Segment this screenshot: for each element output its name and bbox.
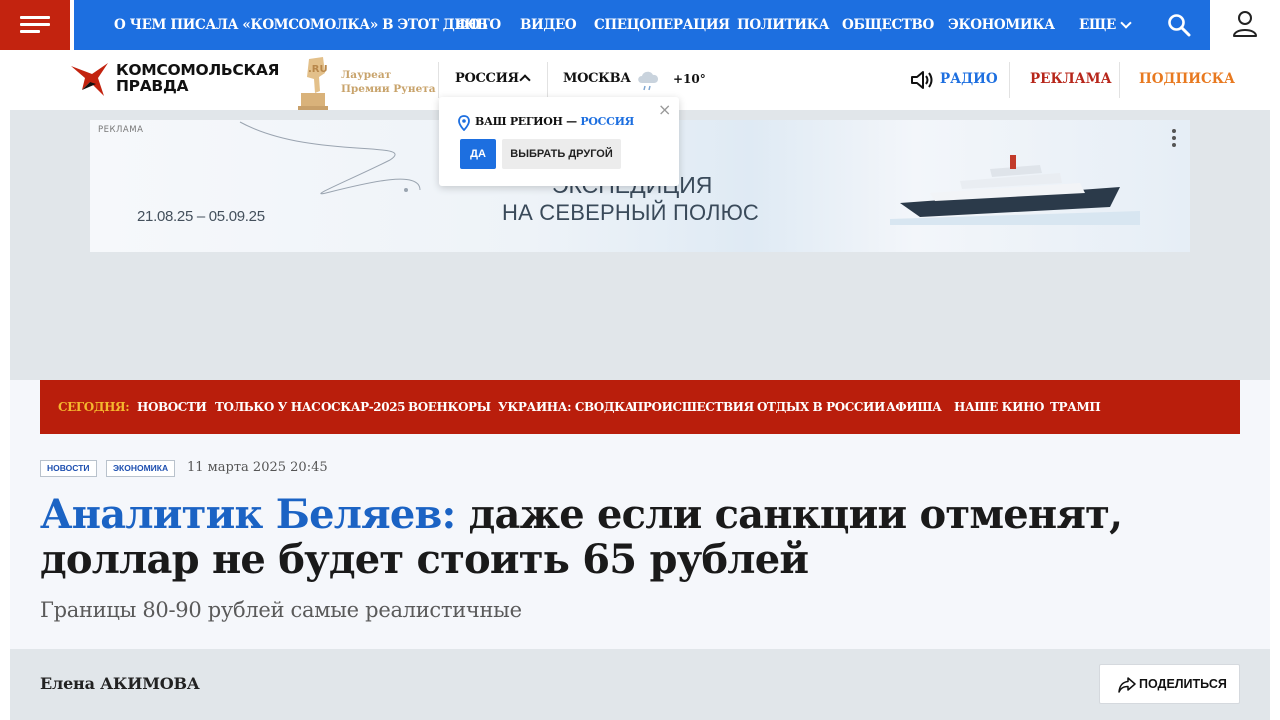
author-name[interactable]: Елена АКИМОВА xyxy=(40,674,200,693)
ship-image xyxy=(890,155,1140,225)
speaker-icon[interactable] xyxy=(910,70,936,90)
ad-tag: РЕКЛАМА xyxy=(98,125,144,135)
city-label[interactable]: МОСКВА xyxy=(563,71,631,86)
divider xyxy=(1119,62,1120,98)
rain-cloud-icon xyxy=(638,71,659,91)
article-title-highlight: Аналитик Беляев: xyxy=(40,491,456,538)
logo-text-line2: ПРАВДА xyxy=(116,77,189,95)
nav-item-economy[interactable]: ЭКОНОМИКА xyxy=(948,0,1055,50)
tag-news[interactable]: НОВОСТИ xyxy=(40,460,97,477)
radio-link[interactable]: РАДИО xyxy=(940,71,998,87)
menu-button[interactable] xyxy=(0,0,70,50)
chevron-down-icon xyxy=(1120,17,1132,29)
region-confirm-popup: ВАШ РЕГИОН — РОССИЯ × ДА ВЫБРАТЬ ДРУГОЙ xyxy=(439,97,679,186)
nav-item-photo[interactable]: ФОТО xyxy=(456,0,501,50)
subscribe-link[interactable]: ПОДПИСКА xyxy=(1139,71,1235,87)
logo-text-line1: КОМСОМОЛЬСКАЯ xyxy=(116,61,280,79)
search-icon[interactable] xyxy=(1167,13,1191,37)
more-options-icon[interactable] xyxy=(1170,128,1178,148)
divider xyxy=(1009,62,1010,98)
chevron-up-icon[interactable] xyxy=(519,74,531,86)
top-navigation: О ЧЕМ ПИСАЛА «КОМСОМОЛКА» В ЭТОТ ДЕНЬ ФО… xyxy=(74,0,1210,50)
trending-item[interactable]: ОТДЫХ В РОССИИ xyxy=(757,380,885,434)
advertising-link[interactable]: РЕКЛАМА xyxy=(1030,71,1112,87)
article-subtitle: Границы 80-90 рублей самые реалистичные xyxy=(40,598,522,622)
nav-item-special-operation[interactable]: СПЕЦОПЕРАЦИЯ xyxy=(594,0,730,50)
article-title: Аналитик Беляев: даже если санкции отмен… xyxy=(40,492,1220,582)
trending-item[interactable]: ТОЛЬКО У НАС xyxy=(215,380,321,434)
ad-dates: 21.08.25 – 05.09.25 xyxy=(137,208,265,225)
trending-item[interactable]: ВОЕНКОРЫ xyxy=(408,380,491,434)
trending-item[interactable]: НАШЕ КИНО xyxy=(954,380,1045,434)
tag-economy[interactable]: ЭКОНОМИКА xyxy=(106,460,176,477)
region-selector[interactable]: РОССИЯ xyxy=(455,71,519,86)
trending-item[interactable]: ОСКАР-2025 xyxy=(321,380,406,434)
location-pin-icon xyxy=(458,115,470,131)
choose-other-region-button[interactable]: ВЫБРАТЬ ДРУГОЙ xyxy=(502,139,621,169)
nav-item-video[interactable]: ВИДЕО xyxy=(520,0,577,50)
ad-headline-2: НА СЕВЕРНЫЙ ПОЛЮС xyxy=(502,200,759,225)
trending-item[interactable]: АФИША xyxy=(886,380,942,434)
trending-item[interactable]: ПРОИСШЕСТВИЯ xyxy=(632,380,754,434)
share-arrow-icon xyxy=(1118,677,1136,693)
trending-item[interactable]: НОВОСТИ xyxy=(137,380,207,434)
publish-date: 11 марта 2025 20:45 xyxy=(187,460,328,475)
region-question: ВАШ РЕГИОН — РОССИЯ xyxy=(475,115,635,128)
svg-text:.RU: .RU xyxy=(308,64,328,75)
trending-item[interactable]: ТРАМП xyxy=(1050,380,1101,434)
award-statue-icon: .RU xyxy=(298,57,328,110)
share-label: ПОДЕЛИТЬСЯ xyxy=(1139,677,1227,691)
trending-bar: СЕГОДНЯ: НОВОСТИ ТОЛЬКО У НАС ОСКАР-2025… xyxy=(40,380,1240,434)
divider xyxy=(438,62,439,98)
menu-icon xyxy=(20,16,50,19)
nav-item-this-day[interactable]: О ЧЕМ ПИСАЛА «КОМСОМОЛКА» В ЭТОТ ДЕНЬ xyxy=(114,0,488,50)
user-icon[interactable] xyxy=(1232,10,1258,38)
nav-more-button[interactable]: ЕЩЕ xyxy=(1079,0,1116,50)
nav-item-politics[interactable]: ПОЛИТИКА xyxy=(737,0,829,50)
site-logo[interactable]: КОМСОМОЛЬСКАЯ ПРАВДА xyxy=(70,60,280,100)
temperature: +10° xyxy=(673,72,706,86)
divider xyxy=(547,62,548,98)
confirm-region-button[interactable]: ДА xyxy=(460,139,496,169)
award-caption: Лауреат Премии Рунета xyxy=(341,69,436,95)
share-button[interactable]: ПОДЕЛИТЬСЯ xyxy=(1099,664,1240,704)
trending-label: СЕГОДНЯ: xyxy=(58,400,130,414)
nav-item-society[interactable]: ОБЩЕСТВО xyxy=(842,0,934,50)
close-icon[interactable]: × xyxy=(658,102,672,118)
trending-item[interactable]: УКРАИНА: СВОДКА xyxy=(498,380,634,434)
detected-region: РОССИЯ xyxy=(580,115,635,128)
swallow-logo-icon xyxy=(71,63,108,96)
